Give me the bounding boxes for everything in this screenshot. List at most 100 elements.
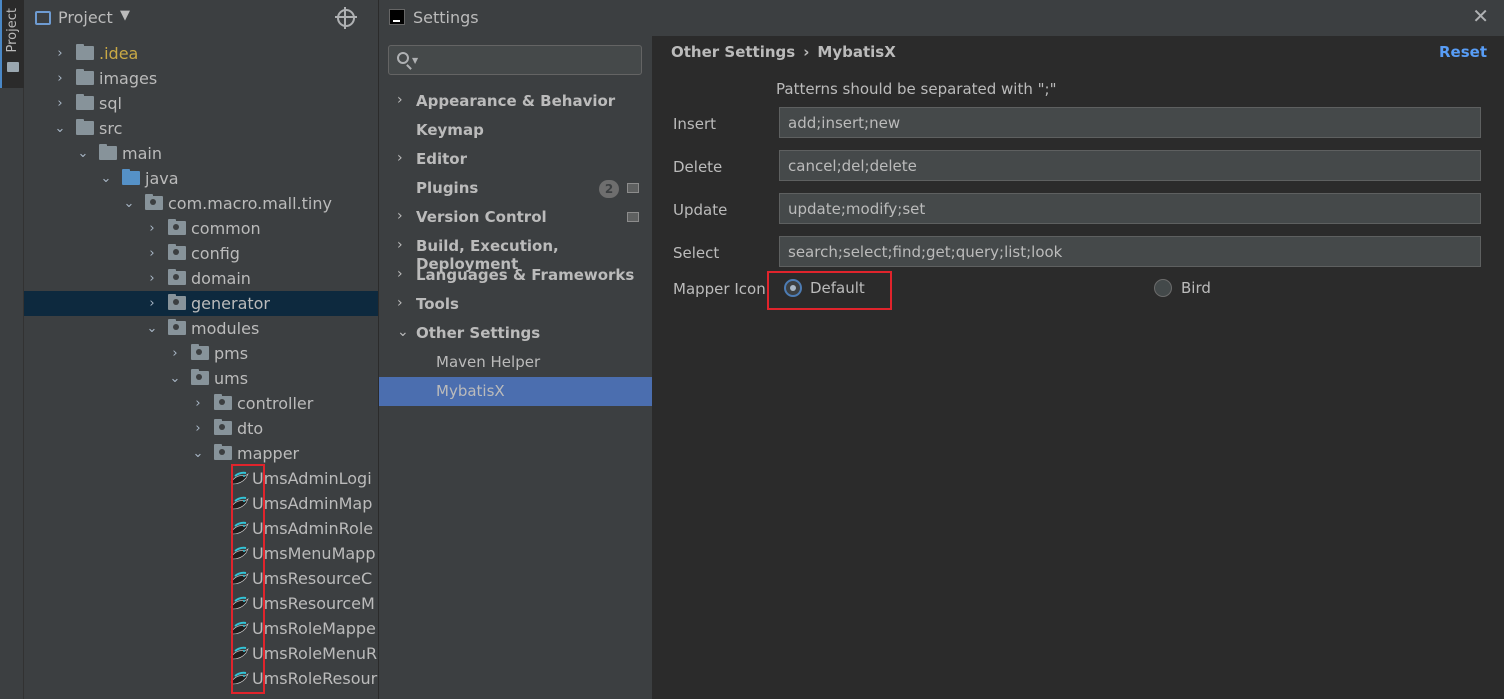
settings-dialog: Settings ✕ ▼ › Appearance & Behavior Keyma… [378, 0, 1504, 699]
tree-item-label: UmsAdminLogi [252, 469, 372, 488]
chevron-down-icon[interactable]: ⌄ [54, 116, 66, 141]
insert-label: Insert [673, 115, 717, 133]
chevron-right-icon[interactable]: › [54, 66, 66, 91]
tree-item-label: UmsResourceM [252, 594, 375, 613]
chevron-right-icon[interactable]: › [397, 208, 403, 224]
tree-item-label: sql [99, 94, 122, 113]
chevron-down-icon[interactable]: ⌄ [397, 324, 409, 340]
package-icon [145, 194, 163, 210]
settings-nav-item[interactable]: ⌄ Other Settings [379, 319, 652, 348]
project-tool-tab[interactable]: Project [0, 0, 24, 88]
tree-item-label: java [145, 169, 179, 188]
chevron-right-icon[interactable]: › [397, 295, 403, 311]
settings-nav-item[interactable]: › Version Control [379, 203, 652, 232]
tree-row[interactable]: ⌄ ums [24, 366, 378, 391]
chevron-right-icon[interactable]: › [169, 341, 181, 366]
settings-nav-item[interactable]: › Editor [379, 145, 652, 174]
insert-field[interactable] [779, 107, 1481, 138]
tree-row[interactable]: › dto [24, 416, 378, 441]
delete-field[interactable] [779, 150, 1481, 181]
settings-nav-item[interactable]: Plugins 2 [379, 174, 652, 203]
plugin-updates-badge: 2 [599, 180, 619, 198]
tool-window-strip: Project [0, 0, 24, 699]
chevron-right-icon[interactable]: › [192, 391, 204, 416]
tree-row[interactable]: › common [24, 216, 378, 241]
tree-item-label: UmsRoleMenuR [252, 644, 378, 663]
tree-item-label: controller [237, 394, 314, 413]
chevron-down-icon[interactable]: ⌄ [192, 441, 204, 466]
chevron-right-icon[interactable]: › [397, 237, 403, 253]
settings-nav-item[interactable]: MybatisX [379, 377, 652, 406]
tree-row[interactable]: ⌄ com.macro.mall.tiny [24, 191, 378, 216]
update-field[interactable] [779, 193, 1481, 224]
radio-bird-label[interactable]: Bird [1181, 279, 1211, 297]
tree-row[interactable]: ⌄ modules [24, 316, 378, 341]
package-icon [168, 219, 186, 235]
locate-target-icon[interactable] [335, 7, 357, 29]
breadcrumb-current: MybatisX [817, 43, 896, 61]
chevron-down-icon[interactable]: ⌄ [77, 141, 89, 166]
chevron-right-icon[interactable]: › [397, 92, 403, 108]
chevron-down-icon[interactable]: ⌄ [100, 166, 112, 191]
select-field[interactable] [779, 236, 1481, 267]
tree-row[interactable]: › .idea [24, 41, 378, 66]
tree-row[interactable]: UmsResourceM [24, 591, 378, 616]
search-options-caret-icon[interactable]: ▼ [412, 56, 418, 65]
tree-row[interactable]: UmsMenuMapp [24, 541, 378, 566]
settings-nav-label: MybatisX [436, 382, 505, 400]
tree-row[interactable]: › generator [24, 291, 378, 316]
tree-row[interactable]: › config [24, 241, 378, 266]
tree-row[interactable]: ⌄ src [24, 116, 378, 141]
tree-row[interactable]: UmsAdminLogi [24, 466, 378, 491]
chevron-right-icon[interactable]: › [146, 241, 158, 266]
settings-nav-item[interactable]: Maven Helper [379, 348, 652, 377]
tree-row[interactable]: › sql [24, 91, 378, 116]
tree-row[interactable]: UmsRoleMenuR [24, 641, 378, 666]
tree-row[interactable]: UmsRoleMappe [24, 616, 378, 641]
chevron-right-icon[interactable]: › [146, 266, 158, 291]
settings-nav: ▼ › Appearance & Behavior Keymap › Editor Plu… [379, 36, 652, 699]
chevron-down-icon[interactable]: ⌄ [146, 316, 158, 341]
project-view-selector[interactable]: Project [58, 8, 113, 27]
chevron-down-icon[interactable]: ⌄ [123, 191, 135, 216]
settings-nav-label: Languages & Frameworks [416, 266, 635, 284]
chevron-right-icon[interactable]: › [54, 41, 66, 66]
chevron-down-icon[interactable]: ⌄ [169, 366, 181, 391]
delete-label: Delete [673, 158, 723, 176]
chevron-right-icon[interactable]: › [397, 266, 403, 282]
settings-nav-label: Editor [416, 150, 467, 168]
tree-item-label: mapper [237, 444, 300, 463]
settings-nav-item[interactable]: › Appearance & Behavior [379, 87, 652, 116]
settings-nav-item[interactable]: Keymap [379, 116, 652, 145]
tree-row[interactable]: › images [24, 66, 378, 91]
reset-link[interactable]: Reset [1439, 43, 1487, 61]
settings-nav-label: Other Settings [416, 324, 541, 342]
chevron-right-icon[interactable]: › [397, 150, 403, 166]
chevron-down-icon[interactable]: ▼ [120, 8, 130, 23]
chevron-right-icon[interactable]: › [192, 416, 204, 441]
chevron-right-icon[interactable]: › [54, 91, 66, 116]
tree-row[interactable]: UmsAdminMap [24, 491, 378, 516]
settings-nav-item[interactable]: › Tools [379, 290, 652, 319]
breadcrumb-parent[interactable]: Other Settings [671, 43, 795, 61]
radio-bird[interactable] [1154, 279, 1172, 297]
tree-item-label: config [191, 244, 240, 263]
tree-row[interactable]: ⌄ java [24, 166, 378, 191]
tree-row[interactable]: UmsRoleResour [24, 666, 378, 691]
settings-nav-item[interactable]: › Build, Execution, Deployment [379, 232, 652, 273]
tree-row[interactable]: › pms [24, 341, 378, 366]
chevron-right-icon[interactable]: › [146, 216, 158, 241]
tree-row[interactable]: › domain [24, 266, 378, 291]
settings-search-input[interactable] [423, 48, 633, 72]
close-icon[interactable]: ✕ [1472, 4, 1489, 28]
chevron-right-icon[interactable]: › [146, 291, 158, 316]
patterns-hint: Patterns should be separated with ";" [776, 80, 1057, 98]
tree-row[interactable]: ⌄ mapper [24, 441, 378, 466]
tree-row[interactable]: › controller [24, 391, 378, 416]
tree-row[interactable]: UmsResourceC [24, 566, 378, 591]
tree-item-label: UmsRoleMappe [252, 619, 376, 638]
settings-nav-item[interactable]: › Languages & Frameworks [379, 261, 652, 290]
settings-search[interactable]: ▼ [388, 45, 642, 75]
tree-row[interactable]: UmsAdminRole [24, 516, 378, 541]
tree-row[interactable]: ⌄ main [24, 141, 378, 166]
